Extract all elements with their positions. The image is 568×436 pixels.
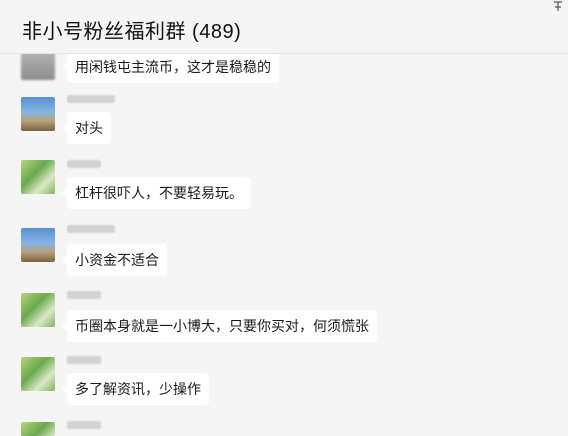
message-bubble: 杠杆很吓人，不要轻易玩。 bbox=[62, 177, 251, 209]
group-title: 非小号粉丝福利群 (489) bbox=[22, 21, 242, 43]
sender-name[interactable] bbox=[67, 160, 101, 168]
message-bubble: 小资金不适合 bbox=[62, 244, 167, 276]
message-bubble: 多了解资讯，少操作 bbox=[62, 373, 209, 405]
message-list[interactable]: 用闲钱屯主流币，这才是稳稳的 对头 杠杆很吓人，不要轻易玩。 小资金不适合 币圈… bbox=[0, 54, 568, 436]
sender-name[interactable] bbox=[67, 291, 101, 299]
sender-name[interactable] bbox=[67, 225, 115, 233]
message-bubble: 用闲钱屯主流币，这才是稳稳的 bbox=[62, 54, 279, 83]
avatar[interactable] bbox=[21, 293, 55, 327]
avatar[interactable] bbox=[21, 228, 55, 262]
avatar[interactable] bbox=[21, 54, 55, 80]
sender-name[interactable] bbox=[67, 95, 115, 103]
avatar[interactable] bbox=[21, 160, 55, 194]
avatar[interactable] bbox=[21, 422, 55, 436]
avatar[interactable] bbox=[21, 357, 55, 391]
chat-header: 非小号粉丝福利群 (489) bbox=[0, 0, 568, 54]
avatar[interactable] bbox=[21, 97, 55, 131]
message-bubble: 币圈本身就是一小博大，只要你买对，何须慌张 bbox=[62, 310, 377, 342]
pin-icon[interactable] bbox=[552, 0, 564, 12]
message-bubble: 对头 bbox=[62, 112, 111, 144]
sender-name[interactable] bbox=[67, 421, 101, 429]
sender-name[interactable] bbox=[67, 356, 101, 364]
